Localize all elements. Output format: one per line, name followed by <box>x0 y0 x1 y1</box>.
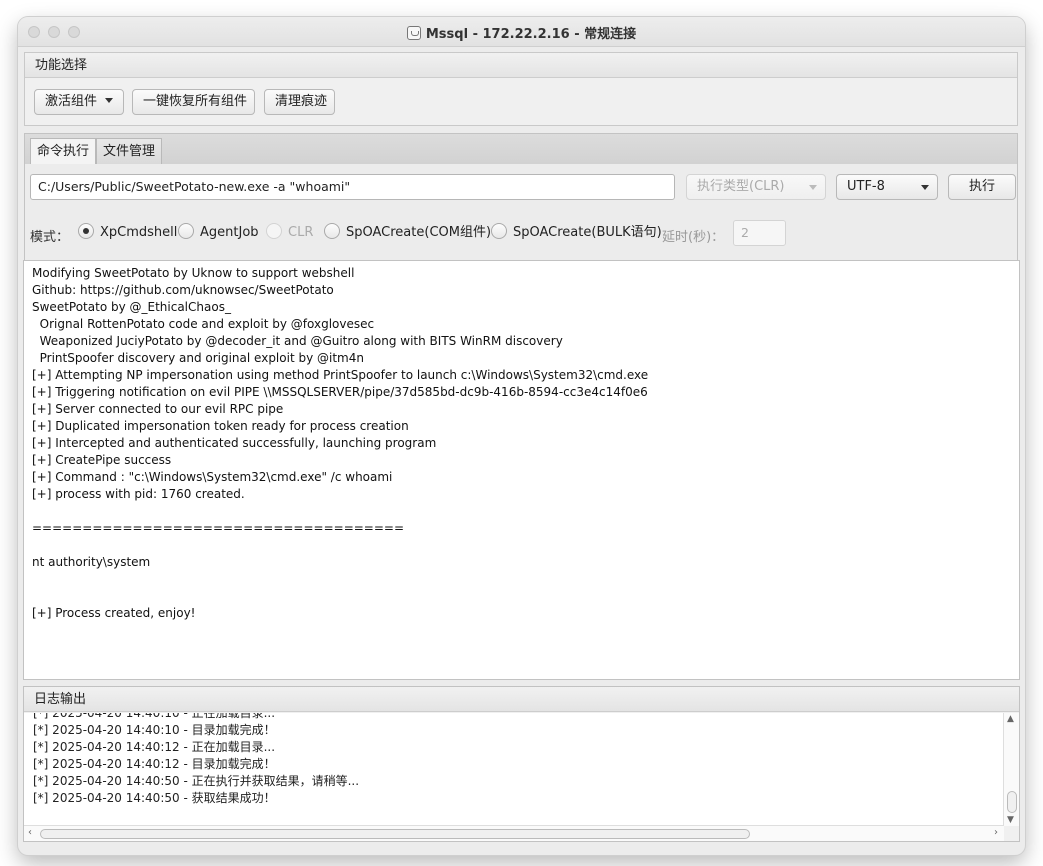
output-line: Modifying SweetPotato by Uknow to suppor… <box>32 266 355 280</box>
mode-radio-label: SpOACreate(BULK语句) <box>513 225 662 240</box>
delay-label: 延时(秒)： <box>662 230 725 245</box>
mode-radio-clr: CLR <box>266 223 313 243</box>
clean-traces-button[interactable]: 清理痕迹 <box>264 89 335 115</box>
output-line: [+] CreatePipe success <box>32 453 172 467</box>
output-line: [+] Duplicated impersonation token ready… <box>32 419 409 433</box>
log-line: [*] 2025-04-20 14:40:50 - 获取结果成功！ <box>33 791 276 805</box>
radio-dot <box>324 223 340 239</box>
output-line: Weaponized JuciyPotato by @decoder_it an… <box>32 334 563 348</box>
scroll-down-icon[interactable]: ▼ <box>1007 815 1014 825</box>
radio-dot <box>178 223 194 239</box>
function-panel-header: 功能选择 <box>25 53 1017 78</box>
scroll-up-icon[interactable]: ▲ <box>1007 714 1014 724</box>
mode-radio-label: XpCmdshell <box>100 225 178 240</box>
database-app-icon <box>406 26 421 40</box>
log-output-area[interactable]: [*] 2025-04-20 14:40:10 - 正在加载目录... [*] 2… <box>24 713 1004 826</box>
radio-dot <box>491 223 507 239</box>
scroll-right-icon[interactable]: › <box>994 827 998 838</box>
output-line: Orignal RottenPotato code and exploit by… <box>32 317 375 331</box>
mode-radio-spoacreate-com[interactable]: SpOACreate(COM组件) <box>324 223 491 243</box>
chevron-down-icon <box>921 185 929 190</box>
log-line: [*] 2025-04-20 14:40:10 - 目录加载完成！ <box>33 723 276 737</box>
output-line: SweetPotato by @_EthicalChaos_ <box>32 300 231 314</box>
output-line: [+] Server connected to our evil RPC pip… <box>32 402 284 416</box>
mode-radio-label: SpOACreate(COM组件) <box>346 225 492 240</box>
encoding-label: UTF-8 <box>847 179 885 194</box>
log-line: [*] 2025-04-20 14:40:10 - 正在加载目录... <box>33 713 276 720</box>
tab-file-manager[interactable]: 文件管理 <box>96 138 163 166</box>
scroll-thumb[interactable] <box>40 829 750 839</box>
title-bar: Mssql - 172.22.2.16 - 常规连接 <box>18 17 1025 47</box>
log-panel-header: 日志输出 <box>24 687 1019 712</box>
output-line: [+] Process created, enjoy! <box>32 606 196 620</box>
mode-radio-xpcmdshell[interactable]: XpCmdshell <box>78 223 177 243</box>
output-line: [+] process with pid: 1760 created. <box>32 487 245 501</box>
output-line: [+] Triggering notification on evil PIPE… <box>32 385 648 399</box>
window-title: Mssql - 172.22.2.16 - 常规连接 <box>425 27 637 42</box>
delay-input: 2 <box>733 220 786 246</box>
mode-radio-agentjob[interactable]: AgentJob <box>178 223 259 243</box>
command-input[interactable]: C:/Users/Public/SweetPotato-new.exe -a "… <box>30 174 675 200</box>
window-title-wrap: Mssql - 172.22.2.16 - 常规连接 <box>18 23 1025 42</box>
app-window: Mssql - 172.22.2.16 - 常规连接 功能选择 激活组件 一键恢… <box>18 17 1025 855</box>
tab-strip: 命令执行 文件管理 <box>24 133 1018 167</box>
log-lines: [*] 2025-04-20 14:40:10 - 正在加载目录... [*] 2… <box>33 713 995 807</box>
output-line: PrintSpoofer discovery and original expl… <box>32 351 364 365</box>
log-vertical-scrollbar[interactable]: ▲ ▼ <box>1003 713 1019 826</box>
radio-dot <box>78 223 94 239</box>
chevron-down-icon <box>809 185 817 190</box>
tab-command-exec[interactable]: 命令执行 <box>30 138 97 167</box>
mode-radio-label: AgentJob <box>200 225 259 240</box>
output-line: [+] Attempting NP impersonation using me… <box>32 368 649 382</box>
encoding-select[interactable]: UTF-8 <box>836 174 938 200</box>
scroll-left-icon[interactable]: ‹ <box>28 827 32 838</box>
log-line: [*] 2025-04-20 14:40:12 - 正在加载目录... <box>33 740 276 754</box>
exec-type-select: 执行类型(CLR) <box>686 174 826 200</box>
output-line: [+] Command : "c:\Windows\System32\cmd.e… <box>32 470 393 484</box>
mode-label: 模式： <box>30 230 70 245</box>
execute-button[interactable]: 执行 <box>948 174 1016 200</box>
mode-radio-spoacreate-bulk[interactable]: SpOACreate(BULK语句) <box>491 223 662 243</box>
output-line: nt authority\system <box>32 555 151 569</box>
chevron-down-icon <box>105 98 114 103</box>
output-line: [+] Intercepted and authenticated succes… <box>32 436 437 450</box>
exec-type-label: 执行类型(CLR) <box>697 179 785 194</box>
log-line: [*] 2025-04-20 14:40:50 - 正在执行并获取结果，请稍等.… <box>33 774 360 788</box>
log-horizontal-scrollbar[interactable]: ‹ › <box>24 825 1004 841</box>
log-line: [*] 2025-04-20 14:40:12 - 目录加载完成！ <box>33 757 276 771</box>
command-output-area[interactable]: Modifying SweetPotato by Uknow to suppor… <box>23 260 1020 680</box>
function-panel: 功能选择 激活组件 一键恢复所有组件 清理痕迹 <box>24 52 1018 126</box>
activate-component-label: 激活组件 <box>45 94 98 109</box>
restore-all-components-button[interactable]: 一键恢复所有组件 <box>132 89 255 115</box>
radio-dot <box>266 223 282 239</box>
output-line: Github: https://github.com/uknowsec/Swee… <box>32 283 334 297</box>
mode-radio-label: CLR <box>288 225 314 240</box>
scroll-thumb[interactable] <box>1007 791 1017 813</box>
activate-component-dropdown[interactable]: 激活组件 <box>34 89 124 115</box>
output-line: ===================================== <box>32 521 405 535</box>
command-output-lines: Modifying SweetPotato by Uknow to suppor… <box>32 265 1011 622</box>
log-panel: 日志输出 [*] 2025-04-20 14:40:10 - 正在加载目录...… <box>23 686 1020 842</box>
